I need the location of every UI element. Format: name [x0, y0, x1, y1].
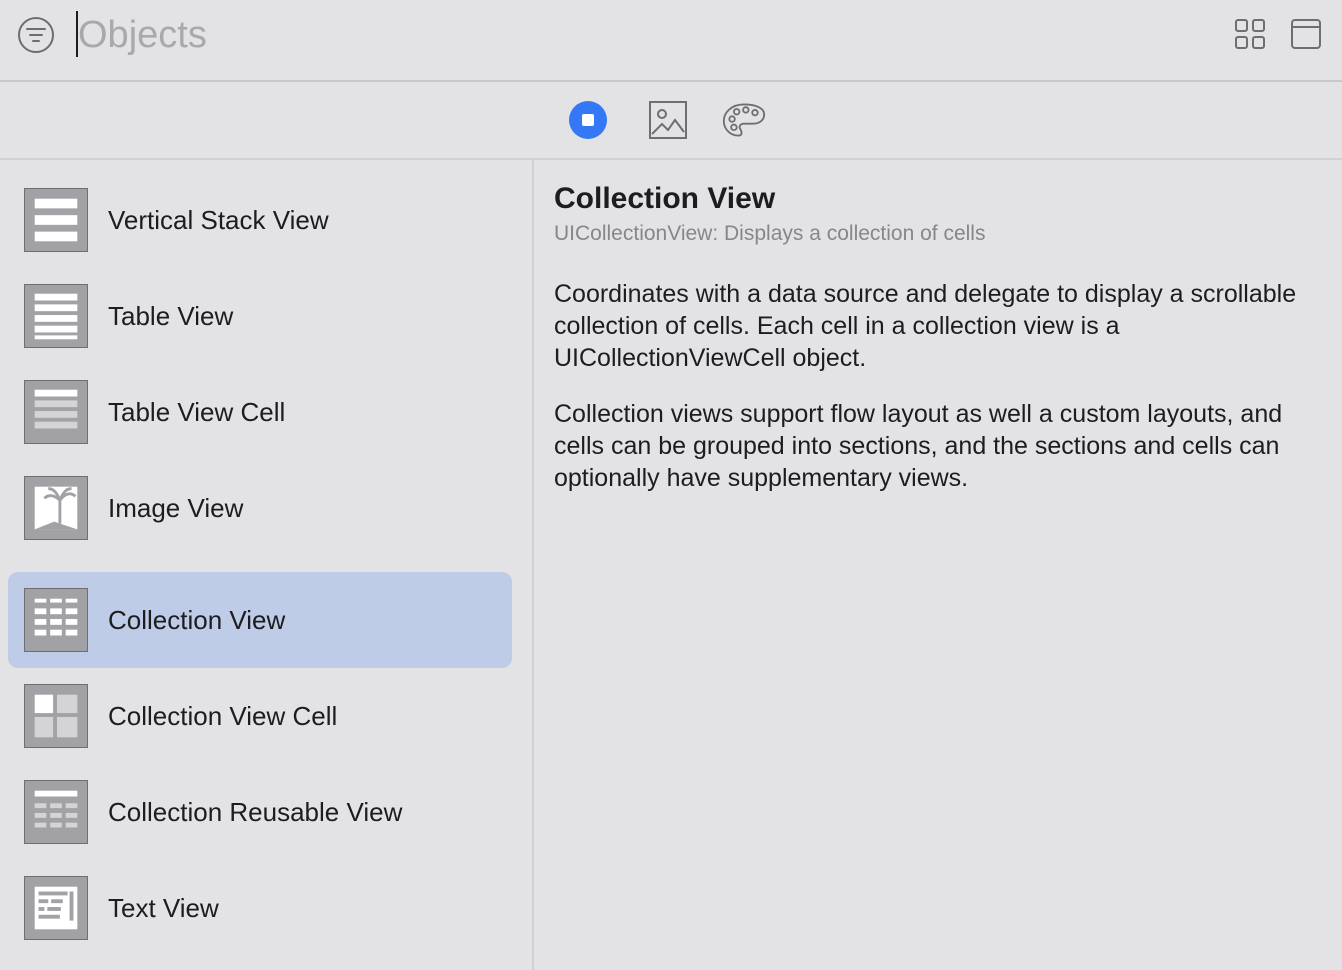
window-icon[interactable] [1289, 17, 1323, 51]
image-icon [649, 101, 687, 139]
collection-reusable-view-icon [24, 780, 88, 844]
table-view-icon [24, 284, 88, 348]
table-view-cell-icon [24, 380, 88, 444]
list-item-collection-reusable-view[interactable]: Collection Reusable View [8, 764, 512, 860]
detail-title: Collection View [554, 182, 776, 215]
object-list[interactable]: Vertical Stack View Table View Table Vie… [0, 160, 534, 970]
search-bar [0, 0, 1342, 82]
detail-pane: Collection View UICollectionView: Displa… [534, 160, 1342, 970]
list-item-label: Table View [108, 301, 234, 331]
filter-icon[interactable] [17, 16, 55, 54]
tab-media[interactable] [646, 98, 690, 142]
objects-icon [569, 101, 607, 139]
detail-description: Collection views support flow layout as … [554, 400, 1283, 492]
list-item-table-view-cell[interactable]: Table View Cell [8, 364, 512, 460]
vertical-stack-view-icon [24, 188, 88, 252]
text-view-icon [24, 876, 88, 940]
list-item[interactable] [8, 160, 512, 172]
grid-view-icon[interactable] [1233, 17, 1267, 51]
list-item-table-view[interactable]: Table View [8, 268, 512, 364]
detail-subtitle: UICollectionView: Displays a collection … [554, 222, 986, 245]
list-item-text-view[interactable]: Text View [8, 860, 512, 956]
list-item-label: Text View [108, 893, 219, 923]
library-tab-bar [0, 82, 1342, 160]
collection-view-icon [24, 588, 88, 652]
search-input[interactable] [78, 8, 978, 62]
list-item-collection-view[interactable]: Collection View [8, 572, 512, 668]
list-item-label: Collection View Cell [108, 701, 338, 731]
list-item-label: Vertical Stack View [108, 205, 329, 235]
list-item-vertical-stack-view[interactable]: Vertical Stack View [8, 172, 512, 268]
image-view-icon [24, 476, 88, 540]
list-item-label: Image View [108, 493, 244, 523]
list-item-label: Collection Reusable View [108, 797, 403, 827]
list-item-label: Table View Cell [108, 397, 286, 427]
list-item-label: Collection View [108, 605, 286, 635]
tab-objects[interactable] [566, 98, 610, 142]
tab-colors[interactable] [722, 98, 766, 142]
detail-description: Coordinates with a data source and deleg… [554, 280, 1297, 372]
collection-view-cell-icon [24, 684, 88, 748]
list-item-image-view[interactable]: Image View [8, 460, 512, 556]
list-item-collection-view-cell[interactable]: Collection View Cell [8, 668, 512, 764]
palette-icon [722, 103, 766, 137]
